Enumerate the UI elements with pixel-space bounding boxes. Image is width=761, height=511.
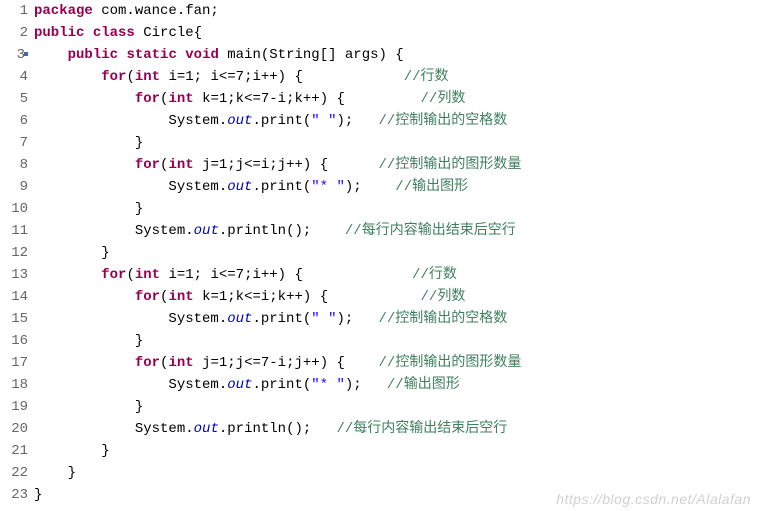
code-line: 21 } [0, 440, 761, 462]
code-line: 7 } [0, 132, 761, 154]
code-line: 16 } [0, 330, 761, 352]
code-text: } [34, 242, 761, 264]
code-line: 6 System.out.print(" "); //控制输出的空格数 [0, 110, 761, 132]
line-number: 22 [0, 462, 34, 484]
line-number: 1 [0, 0, 34, 22]
code-text: } [34, 330, 761, 352]
line-number: 18 [0, 374, 34, 396]
line-number: 2 [0, 22, 34, 44]
code-line: 3 public static void main(String[] args)… [0, 44, 761, 66]
line-number: 11 [0, 220, 34, 242]
line-number: 15 [0, 308, 34, 330]
line-number: 3 [0, 44, 34, 66]
code-text: public class Circle{ [34, 22, 761, 44]
code-text: System.out.print(" "); //控制输出的空格数 [34, 110, 761, 132]
code-line: 10 } [0, 198, 761, 220]
code-text: for(int k=1;k<=7-i;k++) { //列数 [34, 88, 761, 110]
line-number: 12 [0, 242, 34, 264]
code-line: 13 for(int i=1; i<=7;i++) { //行数 [0, 264, 761, 286]
code-line: 18 System.out.print("* "); //输出图形 [0, 374, 761, 396]
line-number: 9 [0, 176, 34, 198]
watermark-text: https://blog.csdn.net/Alalafan [556, 491, 751, 507]
line-number: 5 [0, 88, 34, 110]
code-line: 17 for(int j=1;j<=7-i;j++) { //控制输出的图形数量 [0, 352, 761, 374]
line-number: 17 [0, 352, 34, 374]
code-text: for(int k=1;k<=i;k++) { //列数 [34, 286, 761, 308]
code-text: for(int j=1;j<=7-i;j++) { //控制输出的图形数量 [34, 352, 761, 374]
code-text: public static void main(String[] args) { [34, 44, 761, 66]
code-line: 11 System.out.println(); //每行内容输出结束后空行 [0, 220, 761, 242]
code-text: for(int j=1;j<=i;j++) { //控制输出的图形数量 [34, 154, 761, 176]
code-text: } [34, 132, 761, 154]
line-number: 19 [0, 396, 34, 418]
code-line: 14 for(int k=1;k<=i;k++) { //列数 [0, 286, 761, 308]
code-line: 19 } [0, 396, 761, 418]
code-line: 1package com.wance.fan; [0, 0, 761, 22]
line-number: 21 [0, 440, 34, 462]
line-number: 23 [0, 484, 34, 506]
code-text: System.out.print(" "); //控制输出的空格数 [34, 308, 761, 330]
code-line: 8 for(int j=1;j<=i;j++) { //控制输出的图形数量 [0, 154, 761, 176]
code-text: System.out.print("* "); //输出图形 [34, 374, 761, 396]
code-editor: 1package com.wance.fan;2public class Cir… [0, 0, 761, 506]
code-text: package com.wance.fan; [34, 0, 761, 22]
code-text: for(int i=1; i<=7;i++) { //行数 [34, 264, 761, 286]
line-number: 8 [0, 154, 34, 176]
line-number: 4 [0, 66, 34, 88]
line-number: 14 [0, 286, 34, 308]
line-number: 13 [0, 264, 34, 286]
code-text: } [34, 440, 761, 462]
code-line: 20 System.out.println(); //每行内容输出结束后空行 [0, 418, 761, 440]
code-line: 15 System.out.print(" "); //控制输出的空格数 [0, 308, 761, 330]
code-text: System.out.println(); //每行内容输出结束后空行 [34, 418, 761, 440]
code-text: } [34, 198, 761, 220]
line-number: 7 [0, 132, 34, 154]
code-text: for(int i=1; i<=7;i++) { //行数 [34, 66, 761, 88]
line-number: 10 [0, 198, 34, 220]
line-number: 20 [0, 418, 34, 440]
code-text: System.out.print("* "); //输出图形 [34, 176, 761, 198]
code-text: System.out.println(); //每行内容输出结束后空行 [34, 220, 761, 242]
code-line: 5 for(int k=1;k<=7-i;k++) { //列数 [0, 88, 761, 110]
line-number: 6 [0, 110, 34, 132]
code-line: 9 System.out.print("* "); //输出图形 [0, 176, 761, 198]
code-line: 12 } [0, 242, 761, 264]
line-number: 16 [0, 330, 34, 352]
code-line: 4 for(int i=1; i<=7;i++) { //行数 [0, 66, 761, 88]
code-text: } [34, 462, 761, 484]
code-text: } [34, 396, 761, 418]
code-line: 22 } [0, 462, 761, 484]
code-line: 2public class Circle{ [0, 22, 761, 44]
